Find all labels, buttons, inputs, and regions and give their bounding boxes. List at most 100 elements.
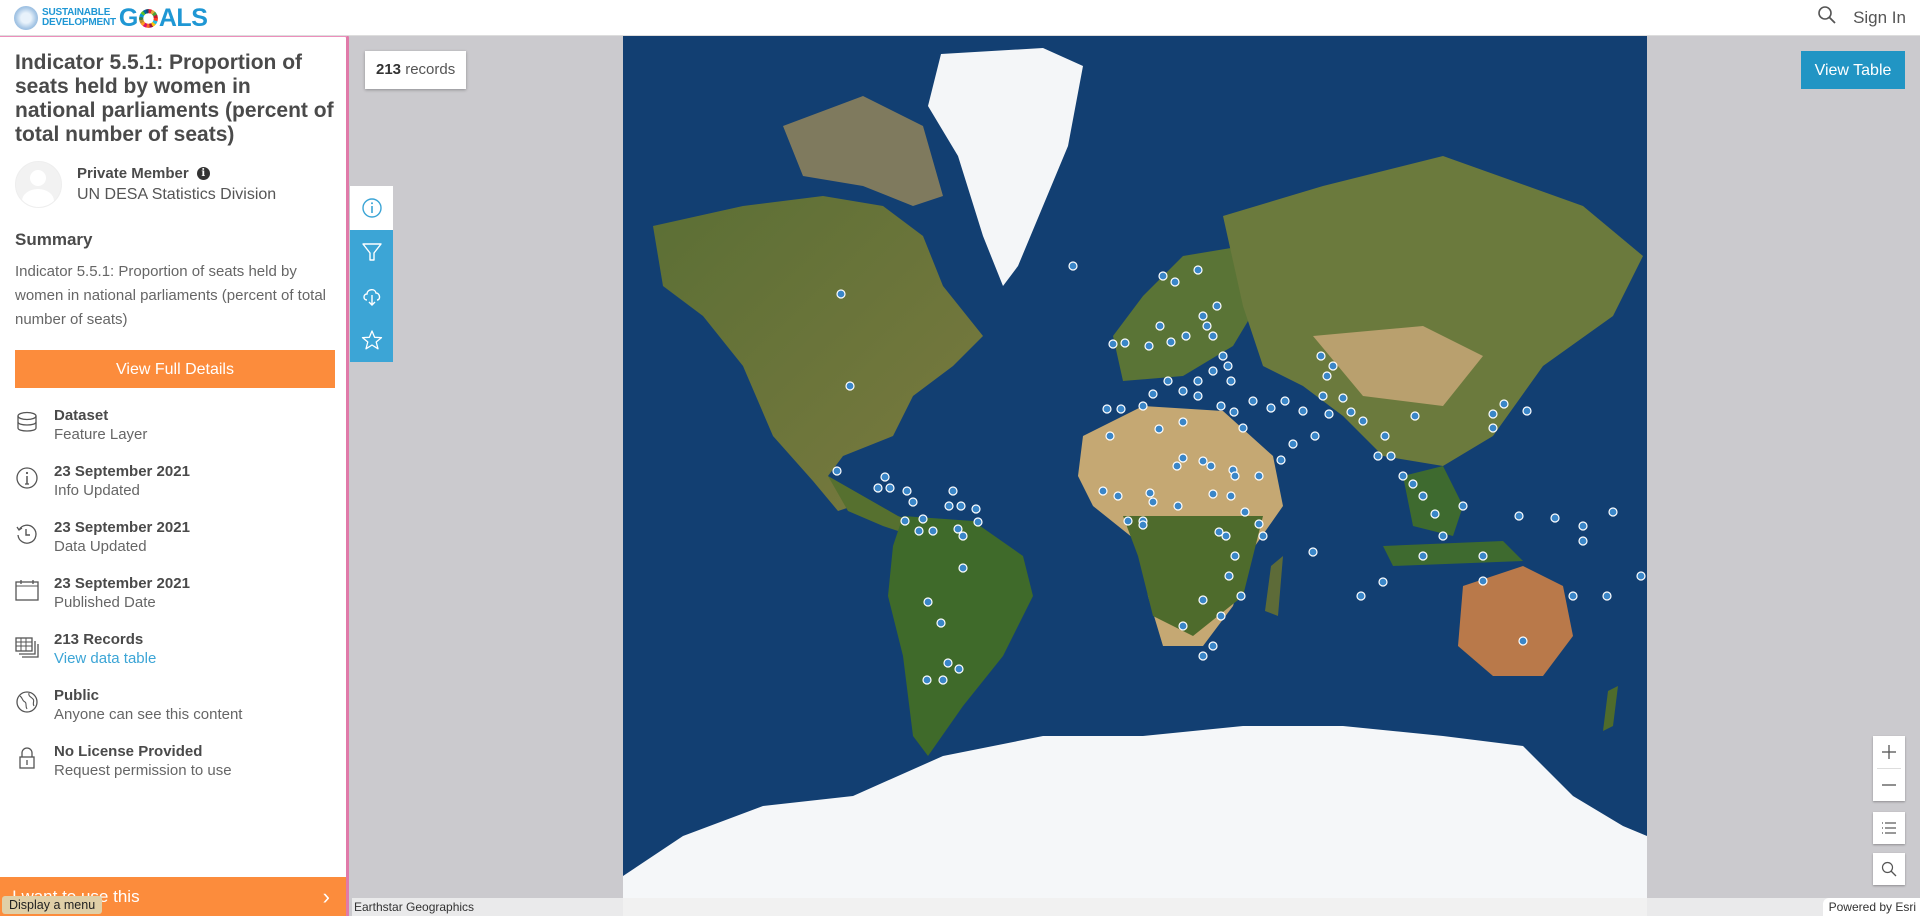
feature-point[interactable] [1173,501,1183,511]
feature-point[interactable] [943,658,953,668]
sdg-logo[interactable]: SUSTAINABLE DEVELOPMENT G ALS [14,4,208,32]
feature-point[interactable] [1172,461,1182,471]
feature-point[interactable] [845,381,855,391]
feature-point[interactable] [1148,497,1158,507]
feature-point[interactable] [1240,507,1250,517]
feature-point[interactable] [1316,351,1326,361]
feature-point[interactable] [928,526,938,536]
feature-point[interactable] [1216,401,1226,411]
feature-point[interactable] [1308,547,1318,557]
feature-point[interactable] [1138,401,1148,411]
feature-point[interactable] [1398,471,1408,481]
feature-point[interactable] [1120,338,1130,348]
feature-point[interactable] [1230,551,1240,561]
favorite-tab[interactable] [350,318,393,362]
feature-point[interactable] [1514,511,1524,521]
feature-point[interactable] [1229,407,1239,417]
feature-point[interactable] [1298,406,1308,416]
feature-point[interactable] [1145,488,1155,498]
owner-info-icon[interactable]: i [196,167,210,180]
feature-point[interactable] [1254,471,1264,481]
feature-point[interactable] [880,472,890,482]
feature-point[interactable] [885,483,895,493]
feature-point[interactable] [1254,519,1264,529]
map-view[interactable] [623,36,1647,916]
feature-point[interactable] [1178,453,1188,463]
view-full-details-button[interactable]: View Full Details [15,350,335,388]
feature-point[interactable] [1550,513,1560,523]
feature-point[interactable] [1226,376,1236,386]
feature-point[interactable] [958,531,968,541]
feature-point[interactable] [1193,265,1203,275]
feature-point[interactable] [938,675,948,685]
feature-point[interactable] [1154,424,1164,434]
feature-point[interactable] [973,517,983,527]
feature-point[interactable] [1113,491,1123,501]
feature-point[interactable] [923,597,933,607]
feature-point[interactable] [1224,571,1234,581]
feature-point[interactable] [1238,423,1248,433]
feature-point[interactable] [1328,361,1338,371]
feature-point[interactable] [1373,451,1383,461]
info-tab[interactable] [350,186,393,230]
feature-point[interactable] [1212,301,1222,311]
view-data-table-link[interactable]: View data table [54,649,156,668]
feature-point[interactable] [1518,636,1528,646]
filter-tab[interactable] [350,230,393,274]
feature-point[interactable] [953,524,963,534]
feature-point[interactable] [1202,321,1212,331]
feature-point[interactable] [908,497,918,507]
feature-point[interactable] [1218,351,1228,361]
feature-point[interactable] [1123,516,1133,526]
feature-point[interactable] [1248,396,1258,406]
feature-point[interactable] [1116,404,1126,414]
feature-point[interactable] [1288,439,1298,449]
feature-point[interactable] [1206,461,1216,471]
feature-point[interactable] [1322,371,1332,381]
feature-point[interactable] [1102,404,1112,414]
feature-point[interactable] [1193,376,1203,386]
feature-point[interactable] [1578,521,1588,531]
feature-point[interactable] [1410,411,1420,421]
feature-point[interactable] [1138,520,1148,530]
feature-point[interactable] [1418,551,1428,561]
feature-point[interactable] [900,516,910,526]
feature-point[interactable] [1418,491,1428,501]
download-tab[interactable] [350,274,393,318]
feature-point[interactable] [1230,471,1240,481]
zoom-in-button[interactable] [1873,736,1905,768]
feature-point[interactable] [1346,407,1356,417]
powered-by-esri[interactable]: Powered by Esri [1822,898,1920,916]
feature-point[interactable] [1181,331,1191,341]
feature-point[interactable] [1324,409,1334,419]
feature-point[interactable] [1148,389,1158,399]
feature-point[interactable] [1386,451,1396,461]
feature-point[interactable] [1155,321,1165,331]
feature-point[interactable] [1488,423,1498,433]
feature-point[interactable] [954,664,964,674]
feature-point[interactable] [1098,486,1108,496]
feature-point[interactable] [1068,261,1078,271]
feature-point[interactable] [1378,577,1388,587]
feature-point[interactable] [1198,651,1208,661]
feature-point[interactable] [1636,571,1646,581]
feature-point[interactable] [1280,396,1290,406]
feature-point[interactable] [1266,403,1276,413]
feature-point[interactable] [914,526,924,536]
feature-point[interactable] [1208,489,1218,499]
feature-point[interactable] [944,501,954,511]
feature-point[interactable] [1170,277,1180,287]
feature-point[interactable] [918,514,928,524]
feature-point[interactable] [1226,491,1236,501]
world-map[interactable] [623,36,1647,916]
feature-point[interactable] [1208,366,1218,376]
feature-point[interactable] [1408,479,1418,489]
feature-point[interactable] [1438,531,1448,541]
feature-point[interactable] [1258,531,1268,541]
feature-point[interactable] [1198,595,1208,605]
feature-point[interactable] [1276,455,1286,465]
sign-in-link[interactable]: Sign In [1853,8,1906,28]
feature-point[interactable] [902,486,912,496]
feature-point[interactable] [1602,591,1612,601]
feature-point[interactable] [1430,509,1440,519]
